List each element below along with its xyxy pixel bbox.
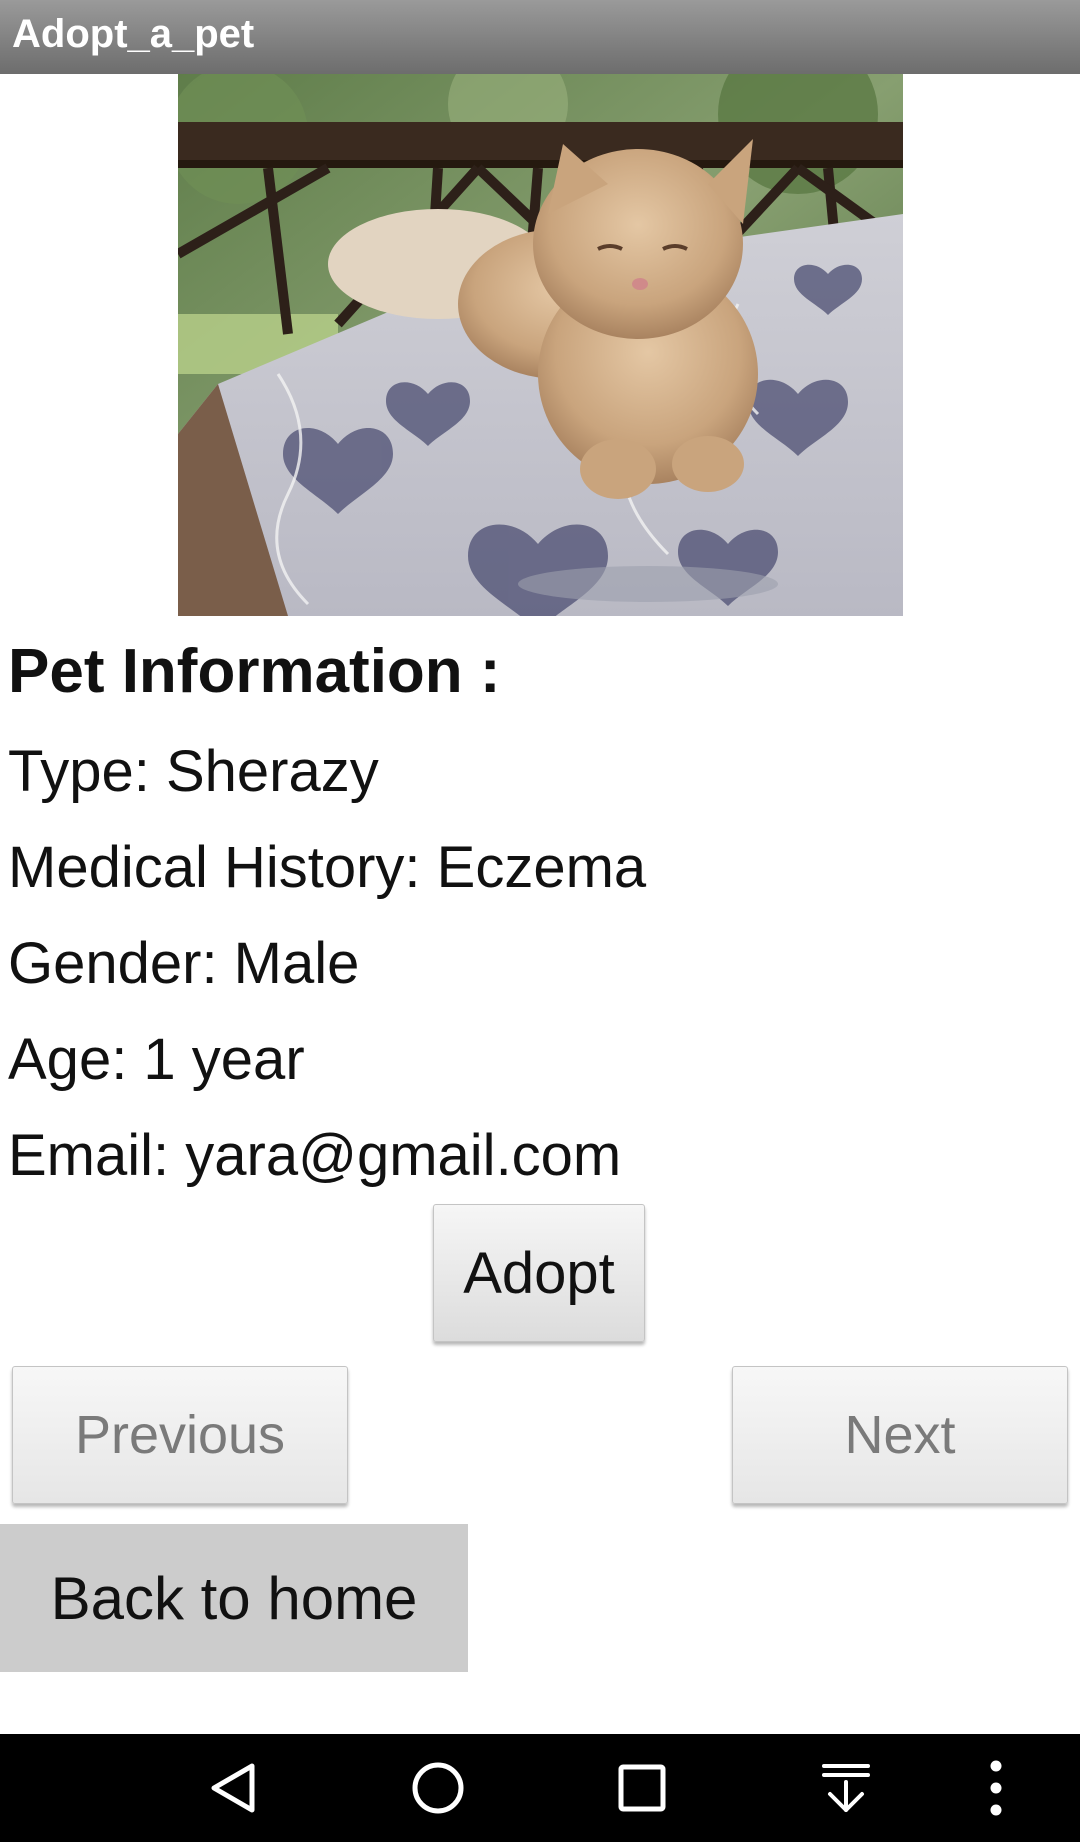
next-button[interactable]: Next	[732, 1366, 1068, 1504]
back-icon[interactable]	[204, 1758, 264, 1818]
pet-medical-history: Medical History: Eczema	[8, 835, 647, 900]
adopt-button[interactable]: Adopt	[433, 1204, 645, 1342]
home-icon[interactable]	[408, 1758, 468, 1818]
pet-gender: Gender: Male	[8, 931, 360, 996]
pet-info-heading: Pet Information :	[8, 637, 501, 706]
more-options-icon[interactable]	[966, 1758, 1026, 1818]
pet-photo	[178, 74, 903, 616]
pet-email: Email: yara@gmail.com	[8, 1123, 622, 1188]
back-to-home-button[interactable]: Back to home	[0, 1524, 468, 1672]
recents-icon[interactable]	[612, 1758, 672, 1818]
system-nav-bar	[0, 1734, 1080, 1842]
app-title-bar: Adopt_a_pet	[0, 0, 1080, 74]
previous-button[interactable]: Previous	[12, 1366, 348, 1504]
pet-age: Age: 1 year	[8, 1027, 305, 1092]
app-title: Adopt_a_pet	[12, 12, 255, 56]
pet-type: Type: Sherazy	[8, 739, 379, 804]
notification-pull-icon[interactable]	[816, 1758, 876, 1818]
